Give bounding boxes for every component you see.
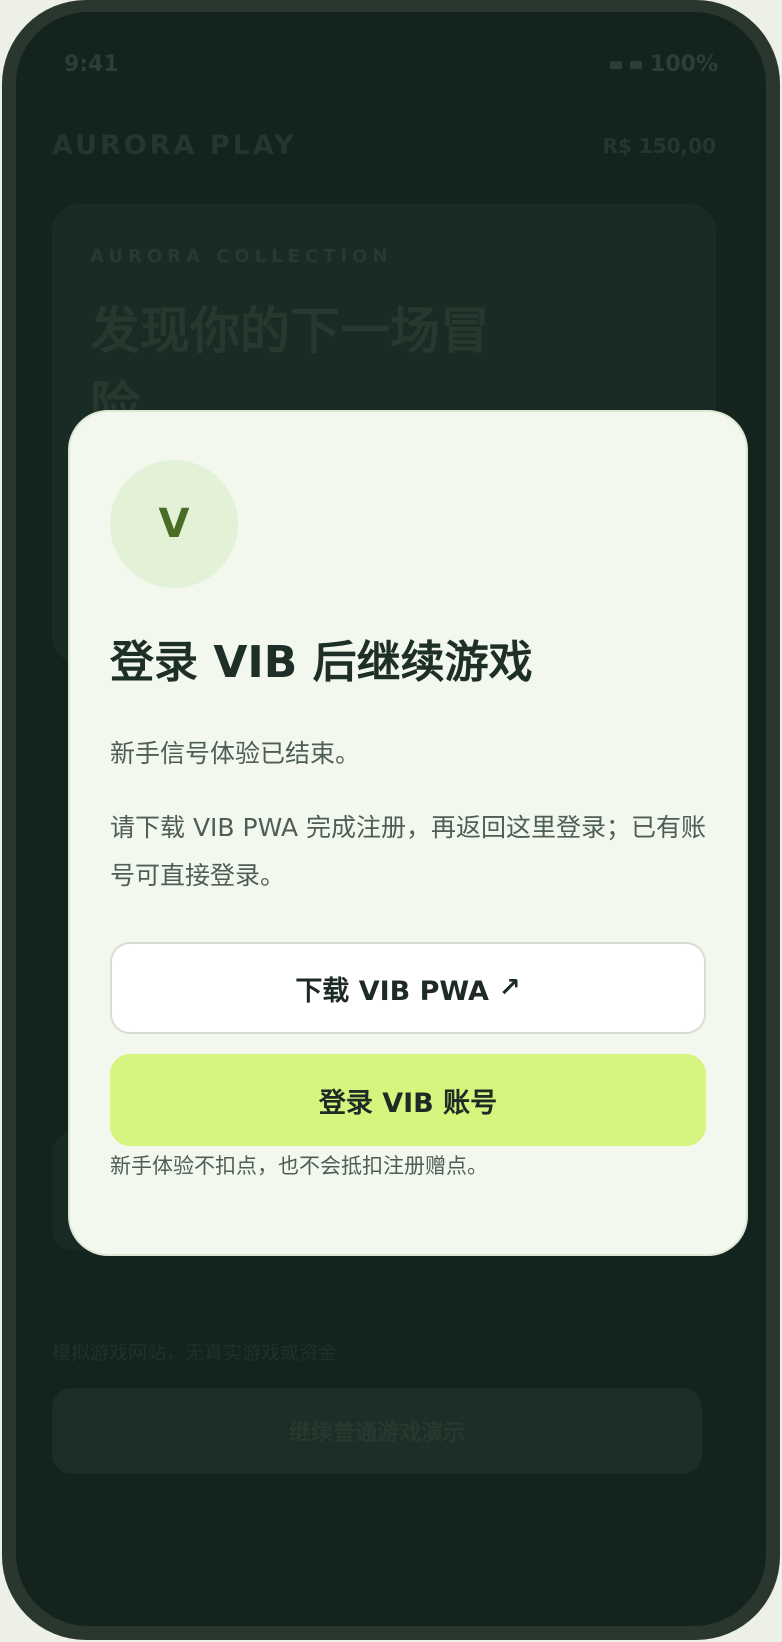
app-header: AURORA PLAY R$ 150,00: [52, 130, 716, 161]
modal-footnote: 新手体验不扣点，也不会抵扣注册赠点。: [110, 1154, 488, 1178]
brand-logo: AURORA PLAY: [52, 130, 297, 161]
modal-title: 登录 VIB 后继续游戏: [110, 637, 533, 688]
status-bar: 9:41 100%: [64, 52, 718, 77]
demo-disclaimer: 模拟游戏网站，无真实游戏或资金: [52, 1342, 338, 1364]
continue-demo-button[interactable]: 继续普通游戏演示: [52, 1388, 702, 1474]
download-pwa-button[interactable]: 下载 VIB PWA ↗: [110, 942, 706, 1034]
login-vib-button[interactable]: 登录 VIB 账号: [110, 1054, 706, 1146]
balance-display[interactable]: R$ 150,00: [603, 134, 716, 158]
battery-level: 100%: [650, 52, 718, 77]
signal-icon: [610, 60, 623, 69]
download-pwa-label: 下载 VIB PWA: [295, 975, 489, 1007]
login-vib-label: 登录 VIB 账号: [318, 1087, 498, 1119]
external-link-icon: ↗: [498, 973, 521, 1003]
hero-eyebrow: AURORA COLLECTION: [90, 246, 393, 267]
app-screen: 9:41 100% AURORA PLAY R$ 150,00 AURORA C…: [16, 12, 766, 1626]
modal-message: 新手信号体验已结束。: [110, 739, 361, 768]
login-modal: V 登录 VIB 后继续游戏 新手信号体验已结束。 请下载 VIB PWA 完成…: [68, 410, 748, 1256]
wifi-icon: [630, 60, 643, 69]
modal-instructions: 请下载 VIB PWA 完成注册，再返回这里登录；已有账号可直接登录。: [110, 813, 706, 890]
phone-frame: 9:41 100% AURORA PLAY R$ 150,00 AURORA C…: [2, 0, 780, 1640]
vib-avatar: V: [110, 460, 238, 588]
status-time: 9:41: [64, 52, 119, 77]
